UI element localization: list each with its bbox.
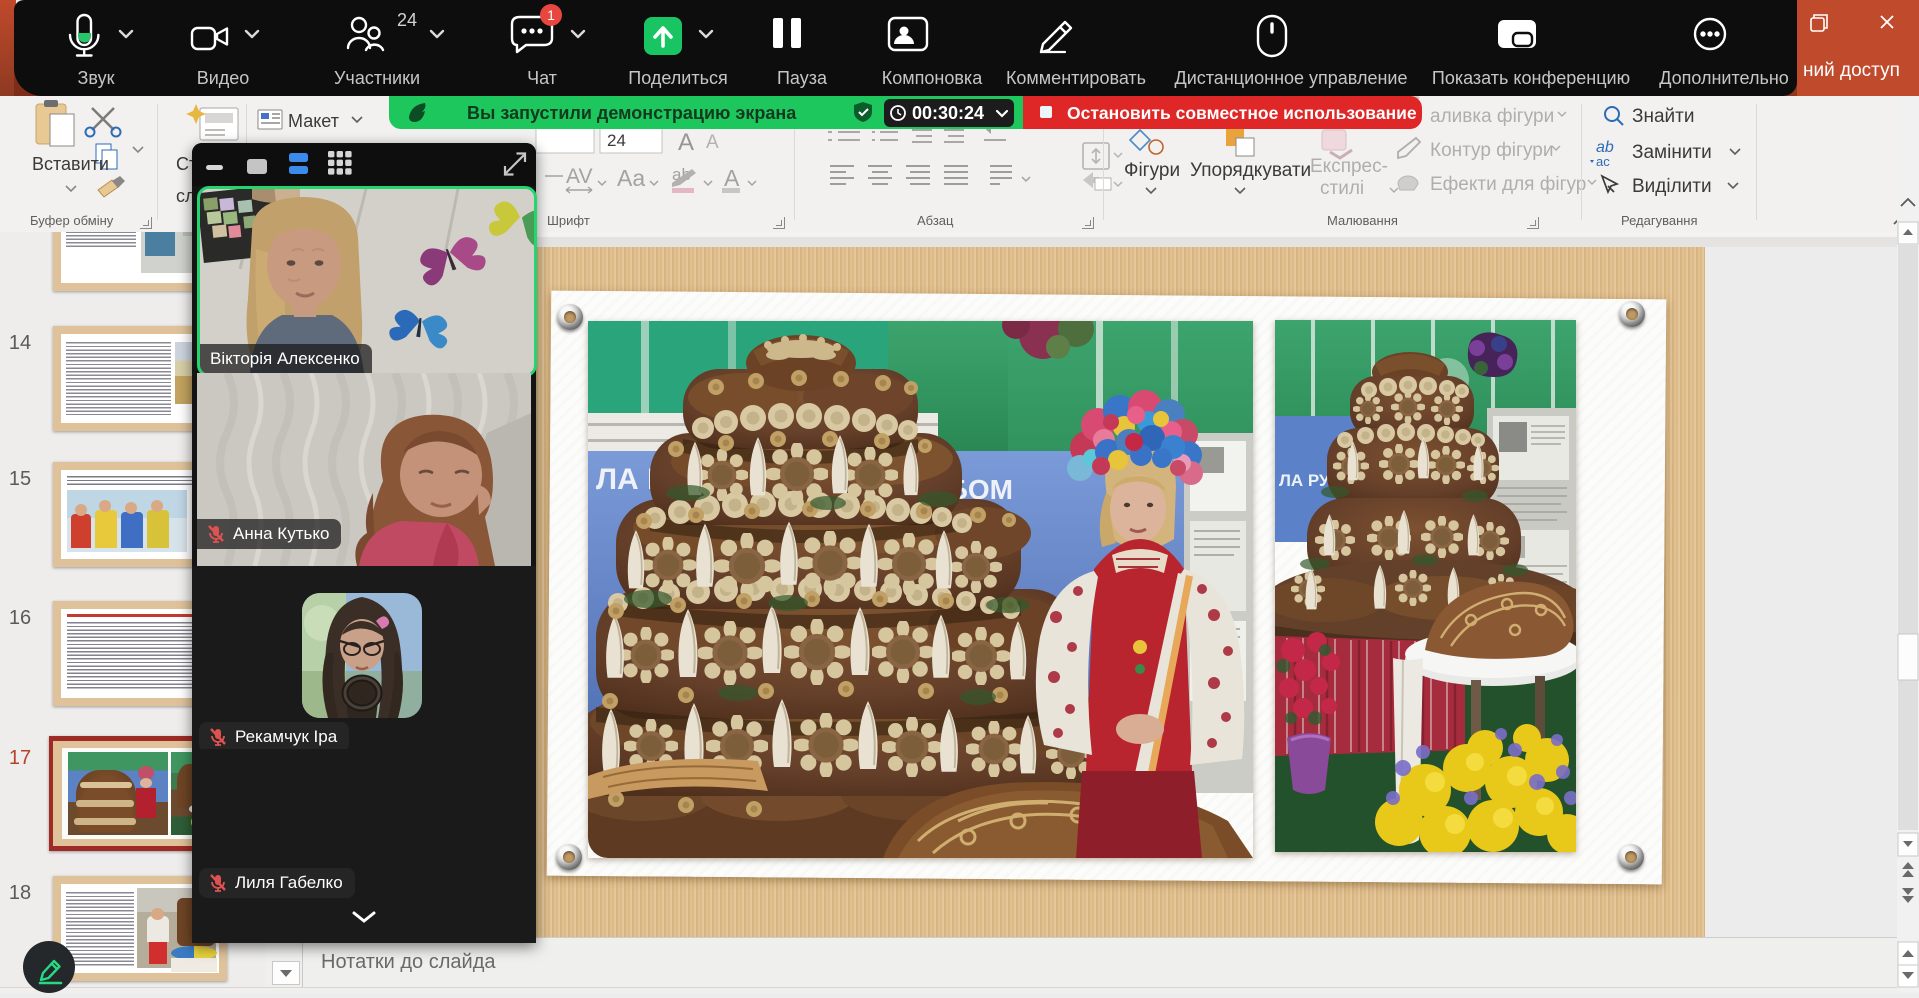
svg-text:ac: ac [1596, 154, 1610, 169]
svg-text:A: A [678, 129, 694, 156]
svg-text:Фігури: Фігури [1124, 160, 1180, 181]
svg-text:Ефекти для фігур: Ефекти для фігур [1430, 174, 1586, 195]
svg-text:24: 24 [607, 131, 626, 150]
svg-text:AV: AV [566, 165, 592, 188]
svg-text:стилі: стилі [1320, 178, 1364, 199]
svg-text:A: A [706, 132, 719, 153]
svg-text:Контур фігури: Контур фігури [1430, 140, 1553, 161]
svg-text:Aa: Aa [617, 165, 645, 191]
svg-text:Макет: Макет [288, 111, 339, 131]
svg-text:Знайти: Знайти [1632, 106, 1694, 127]
svg-text:Упорядкувати: Упорядкувати [1190, 160, 1311, 181]
svg-text:1: 1 [547, 7, 555, 23]
svg-text:A: A [724, 165, 740, 191]
svg-text:аливка фігури: аливка фігури [1430, 106, 1554, 127]
svg-text:24: 24 [397, 10, 417, 30]
svg-text:Експрес-: Експрес- [1310, 156, 1388, 177]
svg-text:Виділити: Виділити [1632, 176, 1712, 197]
svg-text:Замінити: Замінити [1632, 142, 1712, 163]
